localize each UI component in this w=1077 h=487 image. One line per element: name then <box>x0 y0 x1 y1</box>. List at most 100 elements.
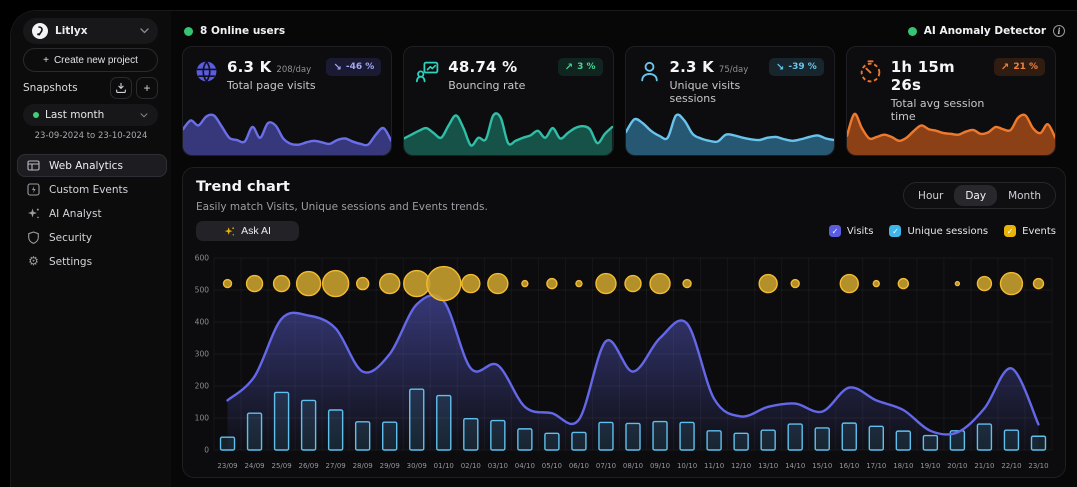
svg-text:09/10: 09/10 <box>650 462 670 470</box>
stat-card-total-page-visits[interactable]: 6.3 K 208/day Total page visits ↘ -46 % <box>182 46 392 156</box>
tab-month[interactable]: Month <box>997 185 1052 206</box>
app-window: Litlyx + Create new project Snapshots + <box>10 10 1077 487</box>
svg-text:02/10: 02/10 <box>461 462 481 470</box>
trend-down-icon: ↘ <box>333 62 341 73</box>
sidebar-item-settings[interactable]: ⚙ Settings <box>17 250 167 273</box>
svg-text:25/09: 25/09 <box>271 462 291 470</box>
stat-cards: 6.3 K 208/day Total page visits ↘ -46 % <box>182 46 1056 156</box>
svg-text:30/09: 30/09 <box>407 462 427 470</box>
trend-up-icon: ↗ <box>1001 62 1009 73</box>
snapshot-status-dot <box>33 112 39 118</box>
trend-chart-panel: Trend chart Easily match Visits, Unique … <box>182 167 1066 478</box>
panel-subtitle: Easily match Visits, Unique sessions and… <box>196 201 488 213</box>
svg-text:28/09: 28/09 <box>353 462 373 470</box>
shield-icon <box>27 231 40 244</box>
svg-text:06/10: 06/10 <box>569 462 589 470</box>
ai-anomaly-detector: AI Anomaly Detector i <box>908 25 1065 37</box>
timer-icon <box>858 59 883 84</box>
stat-badge: ↗ 3 % <box>558 58 603 76</box>
checkbox-unique-sessions[interactable]: ✓ <box>889 225 901 237</box>
sidebar-nav: Web Analytics Custom Events AI Analyst <box>17 154 167 274</box>
panel-title: Trend chart <box>196 179 290 195</box>
add-snapshot-button[interactable]: + <box>136 77 158 99</box>
export-snapshot-button[interactable] <box>110 77 132 99</box>
sidebar-item-custom-events[interactable]: Custom Events <box>17 178 167 201</box>
svg-text:100: 100 <box>195 414 210 423</box>
svg-text:07/10: 07/10 <box>596 462 616 470</box>
project-name: Litlyx <box>55 25 133 37</box>
snapshot-date-range: 23-09-2024 to 23-10-2024 <box>11 131 171 141</box>
ask-ai-button[interactable]: Ask AI <box>196 221 299 241</box>
sidebar-item-label: Settings <box>49 256 92 268</box>
svg-text:04/10: 04/10 <box>515 462 535 470</box>
stat-badge: ↘ -46 % <box>326 58 381 76</box>
sidebar-item-security[interactable]: Security <box>17 226 167 249</box>
checkbox-events[interactable]: ✓ <box>1004 225 1016 237</box>
sparkline-unique-visits <box>626 107 834 155</box>
stat-label: Total page visits <box>227 79 318 92</box>
svg-text:200: 200 <box>195 382 210 391</box>
sidebar: Litlyx + Create new project Snapshots + <box>11 11 171 487</box>
svg-text:13/10: 13/10 <box>758 462 778 470</box>
ai-analyst-icon <box>27 207 40 220</box>
legend-unique-sessions[interactable]: ✓ Unique sessions <box>889 225 988 237</box>
svg-text:26/09: 26/09 <box>299 462 319 470</box>
svg-text:01/10: 01/10 <box>434 462 454 470</box>
anomaly-detector-label: AI Anomaly Detector <box>924 25 1046 37</box>
create-new-project-button[interactable]: + Create new project <box>23 48 158 72</box>
project-selector[interactable]: Litlyx <box>23 18 158 44</box>
snapshot-select[interactable]: Last month <box>23 104 158 126</box>
plus-icon: + <box>143 81 150 95</box>
svg-text:16/10: 16/10 <box>839 462 859 470</box>
sparkline-total-page-visits <box>183 107 391 155</box>
main-content: 8 Online users AI Anomaly Detector i <box>171 11 1077 487</box>
online-status-dot <box>184 27 193 36</box>
trend-down-icon: ↘ <box>776 62 784 73</box>
download-icon <box>115 82 127 94</box>
sidebar-item-label: Security <box>49 232 92 244</box>
legend-visits[interactable]: ✓ Visits <box>829 225 874 237</box>
sidebar-item-label: AI Analyst <box>49 208 102 220</box>
legend-label: Events <box>1022 226 1056 237</box>
stat-card-unique-visits[interactable]: 2.3 K 75/day Unique visits sessions ↘ -3… <box>625 46 835 156</box>
ask-ai-label: Ask AI <box>241 225 271 237</box>
sidebar-item-ai-analyst[interactable]: AI Analyst <box>17 202 167 225</box>
web-analytics-icon <box>27 159 40 172</box>
sidebar-item-label: Custom Events <box>49 184 128 196</box>
online-users-label: 8 Online users <box>200 25 285 37</box>
stat-value: 1h 15m 26s <box>891 58 981 94</box>
stat-label: Unique visits sessions <box>670 79 761 105</box>
stat-badge: ↗ 21 % <box>994 58 1045 76</box>
svg-text:400: 400 <box>195 318 210 327</box>
chart-legend: ✓ Visits ✓ Unique sessions ✓ Events <box>829 225 1056 237</box>
legend-label: Visits <box>847 226 874 237</box>
svg-text:0: 0 <box>204 446 209 455</box>
create-new-project-label: Create new project <box>54 55 138 66</box>
trend-chart[interactable]: 010020030040050060023/0924/0925/0926/092… <box>186 252 1060 476</box>
svg-text:23/09: 23/09 <box>217 462 237 470</box>
svg-text:21/10: 21/10 <box>974 462 994 470</box>
info-icon[interactable]: i <box>1053 25 1065 37</box>
legend-events[interactable]: ✓ Events <box>1004 225 1056 237</box>
app-screen: Litlyx + Create new project Snapshots + <box>0 0 1077 487</box>
gear-icon: ⚙ <box>27 255 40 268</box>
sparkle-icon <box>224 226 235 237</box>
svg-text:15/10: 15/10 <box>812 462 832 470</box>
tab-day[interactable]: Day <box>954 185 997 206</box>
sidebar-item-web-analytics[interactable]: Web Analytics <box>17 154 167 177</box>
svg-text:08/10: 08/10 <box>623 462 643 470</box>
stat-badge: ↘ -39 % <box>769 58 824 76</box>
custom-events-icon <box>27 183 40 196</box>
checkbox-visits[interactable]: ✓ <box>829 225 841 237</box>
svg-text:24/09: 24/09 <box>244 462 264 470</box>
tab-hour[interactable]: Hour <box>907 185 954 206</box>
sparkline-avg-session-time <box>847 107 1055 155</box>
snapshots-header: Snapshots + <box>23 77 158 99</box>
stat-label: Bouncing rate <box>448 79 549 92</box>
stat-card-avg-session-time[interactable]: 1h 15m 26s Total avg session time ↗ 21 % <box>846 46 1056 156</box>
svg-text:29/09: 29/09 <box>380 462 400 470</box>
stat-card-bouncing-rate[interactable]: 48.74 % Bouncing rate ↗ 3 % <box>403 46 613 156</box>
presentation-chart-icon <box>415 59 440 84</box>
svg-text:600: 600 <box>195 254 210 263</box>
snapshots-label: Snapshots <box>23 82 106 94</box>
